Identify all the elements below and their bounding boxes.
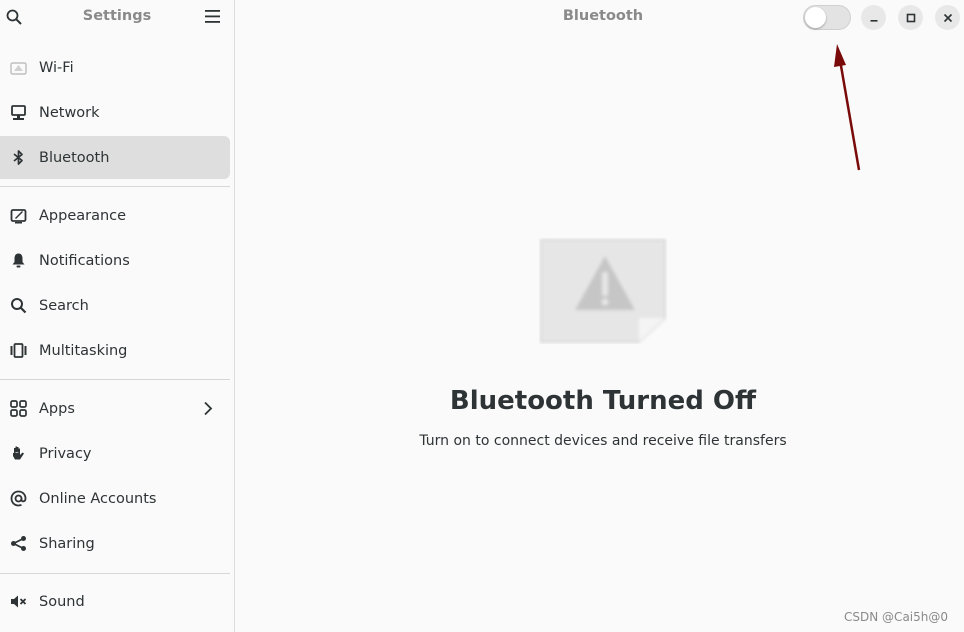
hand-icon <box>13 446 24 460</box>
page-title: Bluetooth <box>562 8 644 24</box>
status-title: Bluetooth Turned Off <box>449 386 757 416</box>
close-button[interactable] <box>935 5 960 30</box>
sidebar-item-label: Bluetooth <box>39 149 110 166</box>
watermark: CSDN @Cai5h@0 <box>844 610 948 624</box>
minimize-icon <box>870 19 877 22</box>
sidebar-item-label: Wi-Fi <box>39 59 74 76</box>
sidebar-item-network[interactable]: Network <box>0 91 230 134</box>
sidebar-item-privacy[interactable]: Privacy <box>0 432 230 475</box>
sidebar-item-label: Notifications <box>39 252 130 269</box>
sidebar-item-notifications[interactable]: Notifications <box>0 239 230 282</box>
share-icon <box>11 536 26 551</box>
sidebar-item-multitasking[interactable]: Multitasking <box>0 329 230 372</box>
network-icon <box>11 105 26 120</box>
sidebar: Settings Wi-Fi Network Bluetooth Appeara… <box>0 0 235 632</box>
settings-window: Settings Wi-Fi Network Bluetooth Appeara… <box>0 0 964 632</box>
sidebar-item-sound[interactable]: Sound <box>0 580 230 623</box>
sidebar-item-apps[interactable]: Apps <box>0 387 230 430</box>
hamburger-menu-icon[interactable] <box>205 10 220 23</box>
sidebar-item-search[interactable]: Search <box>0 284 230 327</box>
sidebar-divider <box>0 379 230 380</box>
sidebar-item-sharing[interactable]: Sharing <box>0 522 230 565</box>
sidebar-item-label: Online Accounts <box>39 490 157 507</box>
apps-grid-icon <box>10 400 27 417</box>
sidebar-item-label: Apps <box>39 400 75 417</box>
sidebar-item-label: Sound <box>39 593 85 610</box>
bluetooth-icon <box>13 150 23 165</box>
sidebar-title: Settings <box>82 8 152 24</box>
sidebar-item-label: Multitasking <box>39 342 128 359</box>
maximize-icon <box>906 13 915 22</box>
sidebar-item-online-accounts[interactable]: Online Accounts <box>0 477 230 520</box>
bluetooth-toggle-switch[interactable] <box>803 5 851 30</box>
sidebar-header: Settings <box>0 0 234 34</box>
sidebar-item-appearance[interactable]: Appearance <box>0 194 230 237</box>
toggle-knob <box>805 7 826 28</box>
sidebar-item-bluetooth[interactable]: Bluetooth <box>0 136 230 179</box>
sidebar-item-label: Network <box>39 104 100 121</box>
appearance-icon <box>10 209 27 224</box>
bluetooth-warning-image <box>540 239 666 343</box>
search-icon <box>11 298 27 314</box>
sidebar-item-label: Sharing <box>39 535 95 552</box>
bell-icon <box>12 253 25 268</box>
annotation-arrow <box>834 44 861 171</box>
close-icon <box>943 13 952 22</box>
maximize-button[interactable] <box>898 5 923 30</box>
sidebar-item-wifi[interactable]: Wi-Fi <box>0 46 230 89</box>
status-description: Turn on to connect devices and receive f… <box>419 433 787 449</box>
sidebar-divider <box>0 186 230 187</box>
minimize-button[interactable] <box>861 5 886 30</box>
multitasking-icon <box>10 343 27 358</box>
wifi-icon <box>10 62 27 75</box>
sidebar-item-label: Privacy <box>39 445 92 462</box>
sidebar-item-label: Search <box>39 297 89 314</box>
at-sign-icon <box>10 490 27 507</box>
chevron-right-icon <box>204 401 213 416</box>
speaker-icon <box>11 595 27 608</box>
sidebar-item-label: Appearance <box>39 207 127 224</box>
sidebar-divider <box>0 573 230 574</box>
